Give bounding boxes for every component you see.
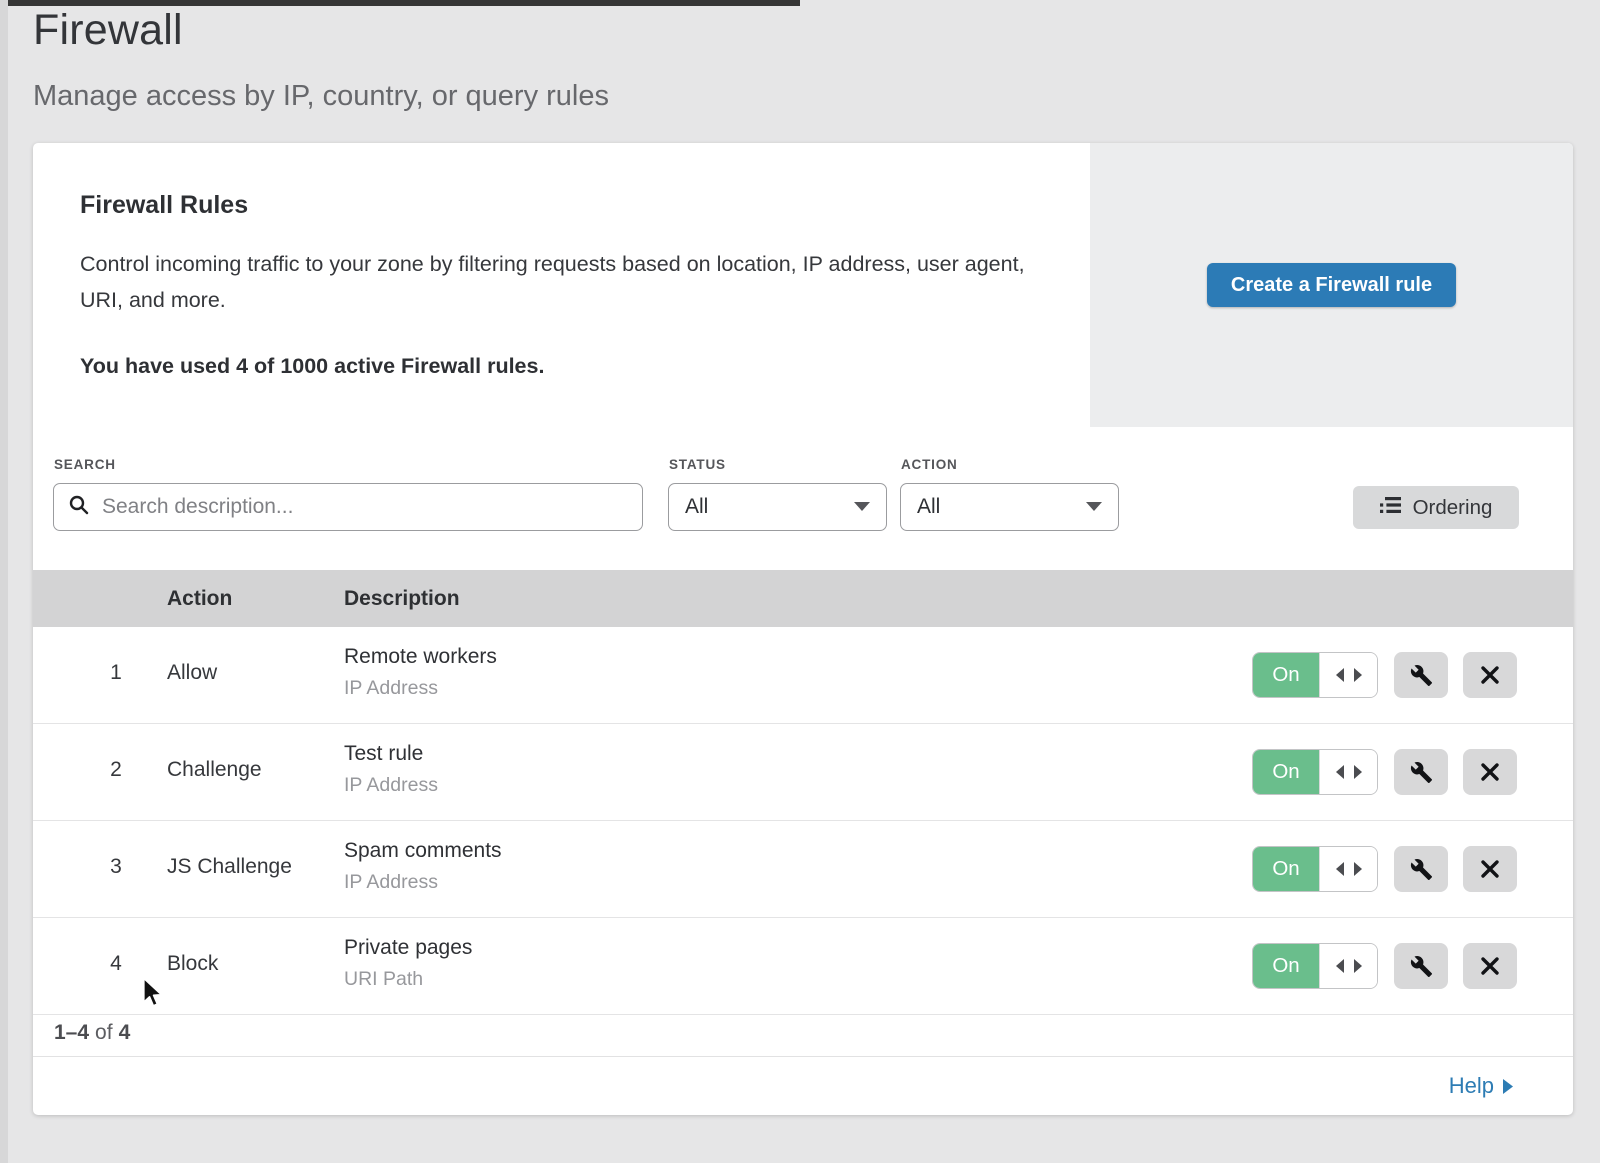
edit-rule-button[interactable] [1394,943,1448,989]
rules-table-body: 1 Allow Remote workers IP Address On 2 C… [33,627,1573,1015]
left-right-arrows-icon [1336,959,1362,973]
toggle-on-label: On [1253,944,1319,988]
toggle-on-label: On [1253,847,1319,891]
delete-rule-button[interactable] [1463,652,1517,698]
rule-match-type: URI Path [344,968,423,991]
ordering-list-icon [1380,496,1402,520]
rule-match-type: IP Address [344,871,438,894]
pagination-range: 1–4 [54,1021,89,1044]
toggle-drag-handle[interactable] [1319,944,1377,988]
rule-description: Private pages [344,936,472,960]
ordering-button[interactable]: Ordering [1353,486,1519,529]
footer-divider [33,1056,1573,1057]
chevron-down-icon [1086,498,1102,516]
close-icon [1480,859,1500,879]
edit-rule-button[interactable] [1394,749,1448,795]
rule-match-type: IP Address [344,774,438,797]
rule-enabled-toggle[interactable]: On [1252,652,1378,698]
rule-action: Allow [167,661,217,685]
column-header-description: Description [344,587,460,611]
search-field-container[interactable] [53,483,643,531]
table-row: 1 Allow Remote workers IP Address On [33,627,1573,724]
action-select[interactable]: All [900,483,1119,531]
rule-enabled-toggle[interactable]: On [1252,846,1378,892]
rule-priority: 3 [101,855,131,879]
toggle-drag-handle[interactable] [1319,653,1377,697]
toggle-on-label: On [1253,750,1319,794]
left-edge-strip [0,0,8,1163]
table-row: 4 Block Private pages URI Path On [33,918,1573,1015]
rule-action: JS Challenge [167,855,292,879]
table-header: Action Description [33,570,1573,627]
pagination-of: of [95,1021,113,1044]
action-select-value: All [917,495,940,519]
rule-description: Remote workers [344,645,497,669]
rule-priority: 1 [101,661,131,685]
wrench-icon [1410,761,1433,784]
delete-rule-button[interactable] [1463,749,1517,795]
page-title: Firewall [33,6,183,55]
edit-rule-button[interactable] [1394,652,1448,698]
pagination-summary: 1–4 of 4 [54,1021,130,1045]
overview-heading: Firewall Rules [80,191,1043,220]
close-icon [1480,956,1500,976]
overview-text-block: Firewall Rules Control incoming traffic … [33,143,1090,427]
pagination-total: 4 [119,1021,131,1044]
ordering-button-label: Ordering [1413,496,1493,520]
left-right-arrows-icon [1336,862,1362,876]
overview-section: Firewall Rules Control incoming traffic … [33,143,1573,427]
delete-rule-button[interactable] [1463,943,1517,989]
left-right-arrows-icon [1336,668,1362,682]
rule-enabled-toggle[interactable]: On [1252,749,1378,795]
column-header-action: Action [167,587,232,611]
action-filter-label: ACTION [901,457,958,472]
create-firewall-rule-button[interactable]: Create a Firewall rule [1207,263,1456,307]
toggle-drag-handle[interactable] [1319,750,1377,794]
rule-priority: 4 [101,952,131,976]
wrench-icon [1410,955,1433,978]
status-select-value: All [685,495,708,519]
mouse-cursor [141,977,165,1014]
help-link-label: Help [1449,1073,1494,1099]
help-arrow-icon [1503,1079,1513,1094]
firewall-rules-card: Firewall Rules Control incoming traffic … [33,143,1573,1115]
search-input[interactable] [100,494,628,520]
search-label: SEARCH [54,457,116,472]
chevron-down-icon [854,498,870,516]
usage-summary: You have used 4 of 1000 active Firewall … [80,354,1043,379]
rule-priority: 2 [101,758,131,782]
create-rule-panel: Create a Firewall rule [1090,143,1573,427]
rule-description: Test rule [344,742,423,766]
rule-match-type: IP Address [344,677,438,700]
page-subtitle: Manage access by IP, country, or query r… [33,80,609,113]
status-select[interactable]: All [668,483,887,531]
table-row: 2 Challenge Test rule IP Address On [33,724,1573,821]
close-icon [1480,762,1500,782]
rule-action: Block [167,952,218,976]
table-row: 3 JS Challenge Spam comments IP Address … [33,821,1573,918]
close-icon [1480,665,1500,685]
rule-action: Challenge [167,758,262,782]
left-right-arrows-icon [1336,765,1362,779]
status-label: STATUS [669,457,726,472]
toggle-on-label: On [1253,653,1319,697]
rule-enabled-toggle[interactable]: On [1252,943,1378,989]
help-link[interactable]: Help [1449,1073,1513,1099]
edit-rule-button[interactable] [1394,846,1448,892]
wrench-icon [1410,858,1433,881]
overview-description: Control incoming traffic to your zone by… [80,246,1025,318]
toggle-drag-handle[interactable] [1319,847,1377,891]
search-icon [68,494,90,521]
rule-description: Spam comments [344,839,502,863]
wrench-icon [1410,664,1433,687]
delete-rule-button[interactable] [1463,846,1517,892]
